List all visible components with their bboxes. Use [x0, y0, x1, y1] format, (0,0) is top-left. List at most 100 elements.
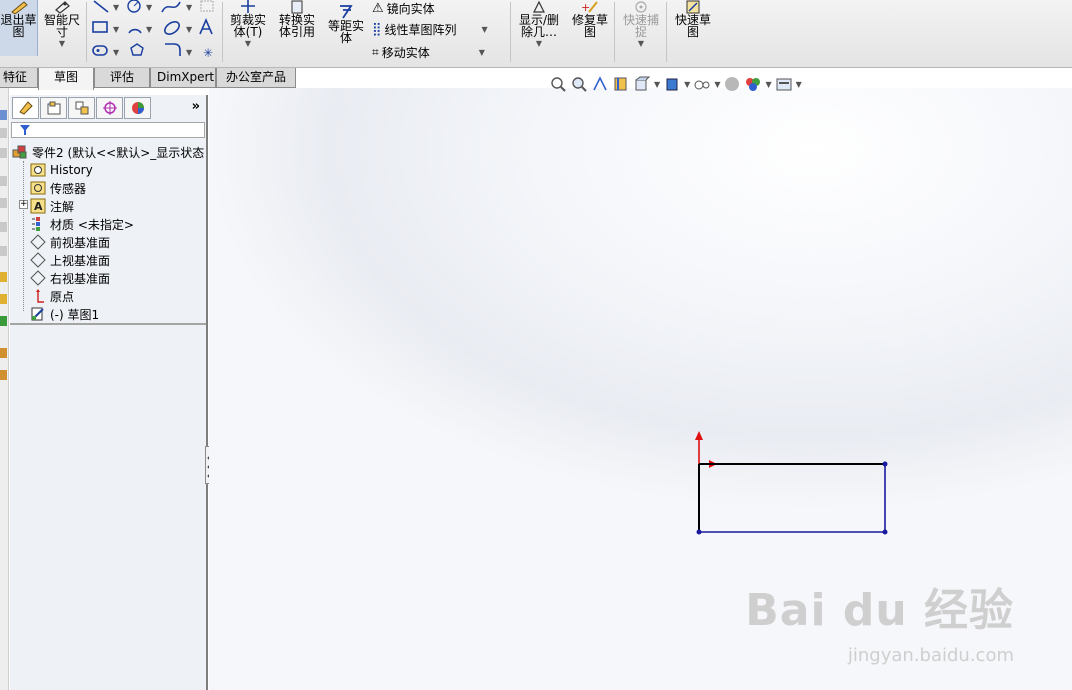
tree-item[interactable]: 传感器	[30, 179, 86, 197]
linear-pattern-button[interactable]: ⣿ 线性草图阵列 ▼	[372, 21, 488, 38]
smart-dimension-icon	[55, 1, 70, 14]
convert-entities-button[interactable]: 转换实 体引用	[274, 0, 320, 38]
exit-sketch-button[interactable]: 退出草 图	[0, 0, 38, 56]
mirror-icon: ⚠	[372, 1, 384, 16]
display-delete-relations-button[interactable]: 显示/删 除几… ▼	[514, 0, 564, 50]
expand-panel-button[interactable]: »	[192, 99, 200, 114]
tree-root-label: 零件2 (默认<<默认>_显示状态	[32, 145, 205, 160]
tree-item-label: 注解	[50, 199, 75, 214]
strip-icon[interactable]	[0, 294, 7, 304]
tree-item-label: 原点	[50, 289, 75, 304]
tab-sketch[interactable]: 草图	[38, 68, 94, 90]
point-icon[interactable]: ✳	[203, 46, 213, 60]
quick-snap-caret[interactable]: ▼	[638, 38, 644, 50]
configuration-manager-tab[interactable]	[68, 97, 95, 119]
strip-icon[interactable]	[0, 348, 7, 358]
svg-text:A: A	[34, 200, 43, 213]
spline-icon[interactable]	[161, 1, 181, 13]
smart-dimension-caret[interactable]: ▼	[59, 38, 65, 50]
move-icon: ⌗	[372, 45, 379, 59]
origin-marker[interactable]	[695, 431, 717, 468]
tree-item[interactable]: 右视基准面	[30, 269, 110, 287]
tree-item[interactable]: 前视基准面	[30, 233, 110, 251]
tree-item[interactable]: A 注解	[30, 197, 74, 215]
line-icon[interactable]	[93, 0, 109, 13]
rectangle-icon[interactable]	[92, 21, 108, 33]
slot-icon[interactable]	[92, 45, 108, 56]
strip-icon[interactable]	[0, 198, 7, 208]
expand-annotations-toggle[interactable]: +	[19, 200, 28, 209]
strip-icon[interactable]	[0, 272, 7, 282]
property-manager-tab[interactable]	[40, 97, 67, 119]
vertex-point	[696, 529, 702, 535]
offset-entities-button[interactable]: 等距实 体	[324, 0, 368, 44]
offset-icon	[340, 5, 353, 19]
sketch-rectangle[interactable]	[696, 461, 888, 535]
trim-entities-button[interactable]: 剪裁实 体(T) ▼	[226, 0, 270, 50]
smart-dimension-button[interactable]: 智能尺 寸 ▼	[40, 0, 84, 50]
tree-item[interactable]: (-) 草图1	[30, 305, 99, 323]
svg-text:▼: ▼	[186, 25, 193, 34]
trim-label: 剪裁实 体(T)	[229, 13, 266, 39]
dimxpert-manager-tab[interactable]	[96, 97, 123, 119]
tab-evaluate[interactable]: 评估	[94, 68, 150, 88]
separator	[614, 2, 615, 62]
tree-item[interactable]: 上视基准面	[30, 251, 110, 269]
origin-icon	[36, 289, 44, 303]
quick-snaps-button[interactable]: 快速捕 捉 ▼	[618, 0, 664, 50]
rapid-sketch-icon	[686, 0, 700, 14]
tab-dimxpert[interactable]: DimXpert	[150, 68, 216, 88]
tree-root-part[interactable]: 零件2 (默认<<默认>_显示状态	[12, 143, 204, 161]
strip-icon[interactable]	[0, 222, 7, 232]
command-manager-tabs: 特征 草图 评估 DimXpert 办公室产品	[0, 68, 1072, 90]
plane-sketch-icon[interactable]	[200, 0, 214, 12]
history-icon	[30, 163, 46, 177]
strip-icon[interactable]	[0, 316, 7, 326]
filter-icon	[20, 125, 30, 135]
arc-icon[interactable]	[128, 28, 142, 34]
graphics-area[interactable]: ▼ ▼ ▼ ▼ ▼ Bai du 经验 jingyan.baidu.com	[209, 76, 1072, 690]
exit-sketch-label: 退出草 图	[0, 13, 37, 39]
linear-pattern-icon: ⣿	[372, 22, 382, 37]
mirror-entities-button[interactable]: ⚠ 镜向实体	[372, 0, 435, 17]
move-entities-button[interactable]: ⌗ 移动实体 ▼	[372, 44, 485, 61]
separator	[86, 2, 87, 62]
trim-caret[interactable]: ▼	[245, 38, 251, 50]
text-icon[interactable]	[199, 17, 213, 35]
move-caret[interactable]: ▼	[479, 48, 485, 57]
ellipse-icon[interactable]	[163, 19, 182, 36]
feature-manager-tab[interactable]	[12, 97, 39, 119]
repair-sketch-button[interactable]: + 修复草 图	[568, 0, 612, 38]
strip-icon[interactable]	[0, 246, 7, 256]
move-label: 移动实体	[381, 46, 430, 60]
tree-item[interactable]: 原点	[30, 287, 74, 305]
separator	[666, 2, 667, 62]
filter-input[interactable]	[11, 122, 205, 138]
tree-item[interactable]: History	[30, 161, 93, 179]
linear-pattern-caret[interactable]: ▼	[482, 25, 488, 34]
part-icon	[12, 145, 27, 159]
strip-icon[interactable]	[0, 176, 7, 186]
circle-icon[interactable]	[127, 0, 141, 13]
polygon-icon[interactable]	[130, 43, 144, 56]
sensor-icon	[30, 181, 46, 195]
sketch-icon	[31, 307, 44, 321]
tab-office-products[interactable]: 办公室产品	[216, 68, 296, 88]
trim-icon	[241, 0, 255, 13]
display-delete-caret[interactable]: ▼	[536, 38, 542, 50]
tree-item[interactable]: 材质 <未指定>	[30, 215, 134, 233]
watermark-url: jingyan.baidu.com	[847, 645, 1014, 666]
strip-icon[interactable]	[0, 110, 7, 120]
strip-icon[interactable]	[0, 148, 7, 158]
annotation-icon: A	[30, 198, 46, 214]
fillet-icon[interactable]	[165, 43, 181, 56]
command-manager-ribbon: 退出草 图 智能尺 寸 ▼ ▼ ▼ ▼ ▼ ▼ ▼ ▼ ▼ ✳ 剪裁实 体(T)…	[0, 0, 1072, 68]
strip-icon[interactable]	[0, 128, 7, 138]
rapid-sketch-button[interactable]: 快速草 图	[670, 0, 716, 38]
tab-features[interactable]: 特征	[0, 68, 38, 88]
rapid-sketch-label: 快速草 图	[674, 13, 711, 39]
configuration-icon	[75, 101, 88, 115]
strip-icon[interactable]	[0, 370, 7, 380]
display-manager-tab[interactable]	[124, 97, 151, 119]
panel-tabs	[12, 97, 151, 119]
